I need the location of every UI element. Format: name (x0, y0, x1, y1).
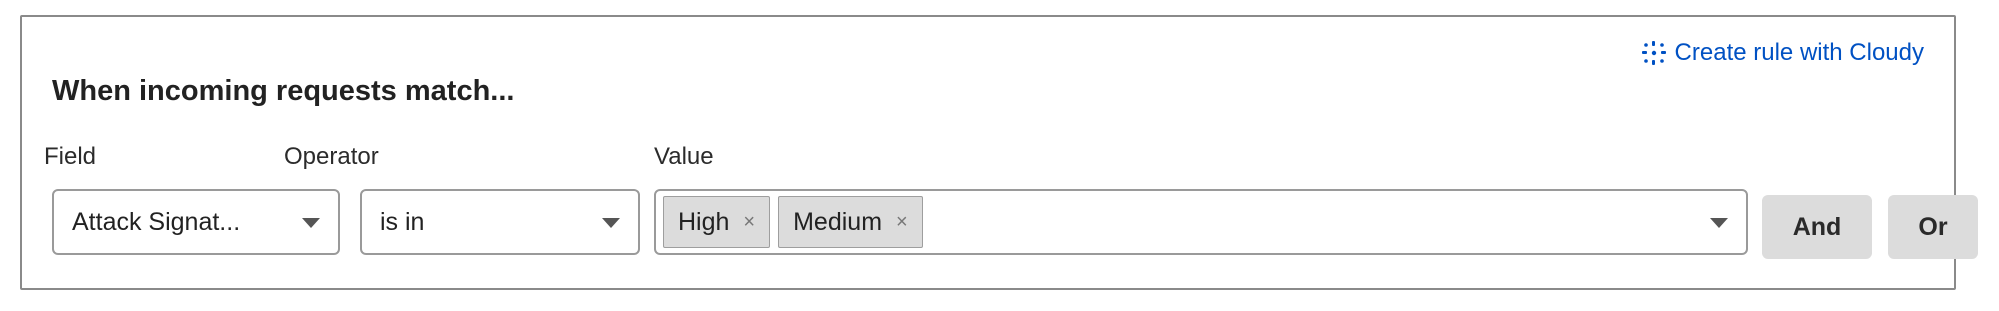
value-label: Value (654, 143, 714, 170)
field-select[interactable]: Attack Signat... (52, 189, 340, 255)
and-button[interactable]: And (1762, 195, 1872, 259)
chevron-down-icon (302, 218, 320, 228)
operator-select[interactable]: is in (360, 189, 640, 255)
rule-expression-panel: Create rule with Cloudy When incoming re… (20, 15, 1978, 290)
value-chip-label: Medium (793, 207, 883, 236)
remove-chip-icon[interactable]: × (896, 211, 908, 234)
value-chip-medium: Medium × (778, 196, 923, 248)
remove-chip-icon[interactable]: × (743, 211, 755, 234)
value-chip-label: High (678, 207, 730, 236)
or-button[interactable]: Or (1888, 195, 1978, 259)
field-label: Field (44, 143, 97, 170)
operator-select-value: is in (380, 207, 425, 236)
chevron-down-icon (602, 218, 620, 228)
chevron-down-icon[interactable] (1710, 218, 1728, 228)
create-rule-with-cloudy-link[interactable]: Create rule with Cloudy (1641, 39, 1924, 67)
value-chip-high: High × (663, 196, 771, 248)
field-select-value: Attack Signat... (72, 207, 241, 236)
value-multiselect[interactable]: High × Medium × (654, 189, 1748, 255)
operator-label: Operator (284, 143, 379, 170)
sparkle-icon (1641, 41, 1666, 65)
expression-heading: When incoming requests match... (52, 75, 515, 107)
create-rule-with-cloudy-label: Create rule with Cloudy (1674, 39, 1924, 66)
